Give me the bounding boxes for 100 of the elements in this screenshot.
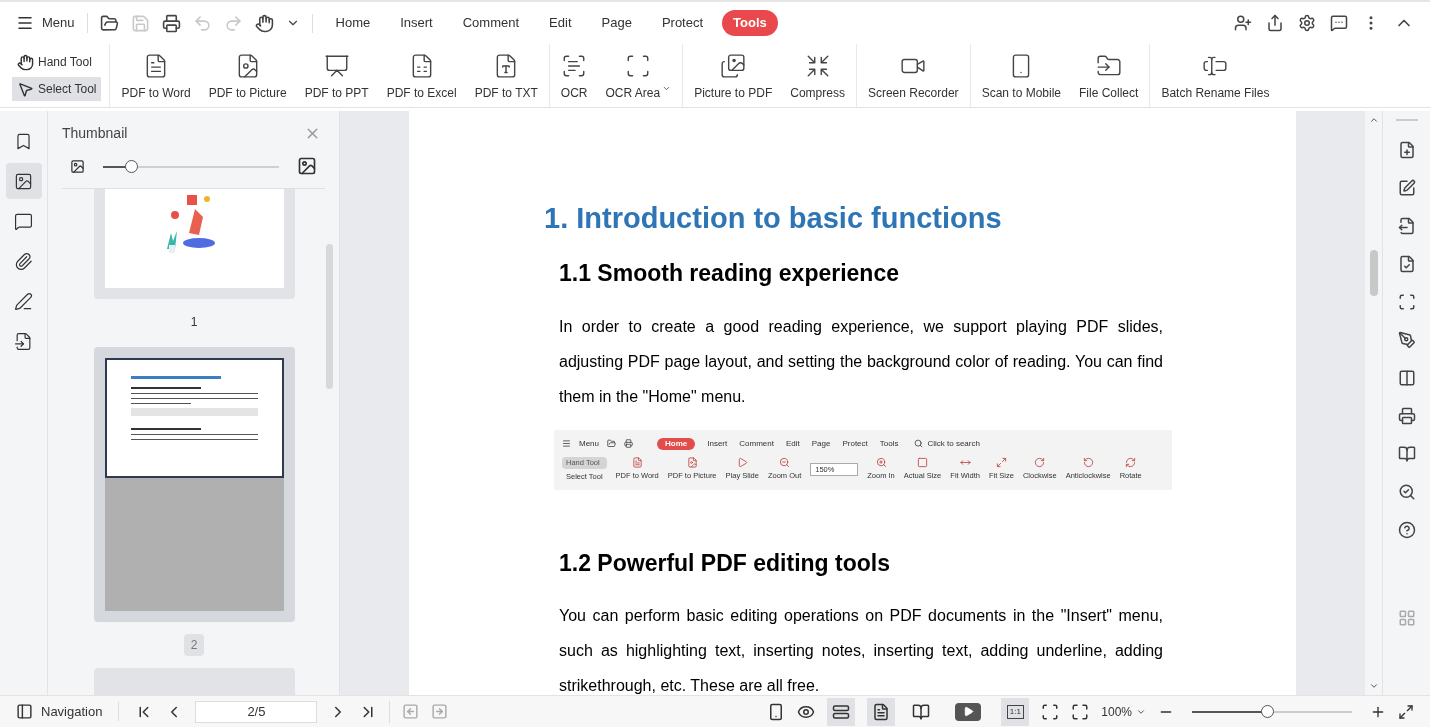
images-icon (720, 53, 747, 79)
section-heading: 1.1 Smooth reading experience (559, 259, 900, 288)
menu-tab[interactable]: Comment (451, 10, 531, 36)
print-icon[interactable] (1397, 407, 1416, 425)
help-icon[interactable] (1397, 521, 1416, 539)
continuous-view-icon[interactable] (827, 697, 856, 726)
ribbon-tool-button[interactable]: PDF to Picture (201, 49, 294, 102)
comment-icon (14, 211, 33, 231)
tool-icon (995, 457, 1007, 469)
tool-icon (917, 457, 929, 469)
menu-tab[interactable]: Insert (389, 10, 444, 36)
panel-title: Thumbnail (62, 124, 128, 143)
scan-icon[interactable] (1397, 293, 1416, 311)
menu-tab[interactable]: Home (324, 10, 382, 36)
paperclip-icon (14, 251, 33, 271)
tab-label: Protect (842, 437, 868, 450)
menu-tab[interactable]: Tools (722, 10, 778, 36)
folder-icon[interactable] (99, 13, 119, 33)
folder-icon (607, 439, 616, 448)
message-icon[interactable] (1330, 14, 1348, 32)
add-file-icon[interactable] (1397, 141, 1416, 159)
pen-icon[interactable] (1397, 331, 1416, 349)
presentation-icon (323, 53, 350, 79)
ribbon-tool-button[interactable]: OCR (553, 49, 595, 102)
section-heading: 1.2 Powerful PDF editing tools (559, 548, 891, 578)
cursor-icon (17, 80, 34, 98)
tab-label: Edit (785, 437, 800, 450)
book-icon[interactable] (1397, 445, 1416, 463)
tab-label: Insert (707, 437, 728, 450)
actual-size-button[interactable]: 1:1 (1001, 697, 1030, 726)
mode-button[interactable]: Select Tool (12, 77, 102, 101)
search-icon (914, 439, 924, 448)
export-file-icon[interactable] (1397, 217, 1416, 235)
menu-icon (16, 14, 34, 32)
sidebar-tab[interactable] (5, 163, 42, 199)
ribbon-tool-button[interactable]: PDF to Word (114, 49, 198, 102)
ribbon-tool-button[interactable]: Compress (783, 49, 852, 102)
menu-label: Menu (579, 437, 599, 450)
ribbon-tool-button[interactable]: Picture to PDF (687, 49, 780, 102)
ribbon-tool-button[interactable]: Screen Recorder (860, 49, 966, 102)
image-icon (14, 171, 33, 191)
ribbon-tool-button[interactable]: File Collect (1072, 49, 1146, 102)
ribbon-tool-button[interactable]: PDF to PPT (297, 49, 376, 102)
settings-icon[interactable] (1298, 14, 1316, 32)
tool-icon (1125, 457, 1137, 469)
scroll-down-icon[interactable] (1368, 681, 1379, 691)
ribbon-tool-button[interactable]: PDF to Excel (379, 49, 464, 102)
mode-button[interactable]: Hand Tool (12, 50, 102, 74)
print-icon[interactable] (161, 13, 181, 33)
tab-label: Comment (739, 437, 774, 450)
page-number[interactable]: 1 (183, 311, 205, 333)
tool-icon (875, 457, 887, 469)
menu-button[interactable]: Menu (16, 13, 88, 33)
tool-icon (1082, 457, 1094, 469)
tool-icon (1034, 457, 1046, 469)
large-image-icon[interactable] (297, 156, 317, 176)
ribbon-tool-button[interactable]: Scan to Mobile (974, 49, 1068, 102)
columns-icon[interactable] (1397, 369, 1416, 387)
menu-tab[interactable]: Protect (650, 10, 715, 36)
ribbon-tool-button[interactable]: OCR Area (598, 49, 679, 102)
navigation-button[interactable]: Navigation (16, 701, 120, 722)
document-heading: 1. Introduction to basic functions (544, 201, 1003, 235)
menu-tab[interactable]: Page (590, 10, 643, 36)
search-icon[interactable] (1397, 483, 1416, 501)
menu-icon (562, 439, 571, 448)
tool-icon (631, 457, 643, 469)
edit-icon[interactable] (1397, 179, 1416, 197)
tool-icon (736, 457, 748, 469)
tool-icon (686, 457, 698, 469)
document-scrollbar[interactable] (1365, 111, 1382, 695)
play-button[interactable] (955, 702, 982, 721)
add-user-icon[interactable] (1234, 14, 1252, 32)
tab-label: Tools (879, 437, 899, 450)
page-thumbnail[interactable] (93, 347, 295, 622)
tool-icon (779, 457, 791, 469)
fit-page-icon[interactable] (1041, 702, 1060, 721)
panel-icon (16, 703, 33, 720)
print-icon (624, 439, 633, 448)
fullscreen-icon[interactable] (1398, 703, 1414, 720)
panel-scrollbar[interactable] (326, 244, 333, 389)
ribbon-tool-button[interactable]: Batch Rename Files (1154, 49, 1277, 102)
page-thumbnail[interactable] (93, 189, 295, 299)
ribbon-tool-button[interactable]: PDF to TXT (467, 49, 545, 102)
fit-width-icon[interactable] (1071, 702, 1090, 721)
pen-icon (14, 291, 33, 311)
small-image-icon[interactable] (70, 158, 85, 174)
scroll-up-icon[interactable] (1368, 115, 1379, 125)
tab-label: Page (811, 437, 831, 450)
bookmark-icon (14, 131, 33, 151)
menu-tab[interactable]: Edit (538, 10, 583, 36)
zoom-dropdown[interactable]: 100% (1101, 702, 1146, 721)
single-page-icon[interactable] (867, 697, 896, 726)
file-import-icon (14, 331, 33, 351)
check-file-icon[interactable] (1397, 255, 1416, 273)
share-icon[interactable] (1266, 14, 1284, 32)
page-field[interactable]: 2/5 (195, 700, 318, 723)
scroll-thumb[interactable] (1369, 250, 1378, 296)
paragraph: In order to create a good reading experience, we support playing PDF slides, adjusting PDF page layout, and setting the background color of reading. You can find them in the "Home" menu. (559, 316, 1163, 407)
play-icon (962, 706, 974, 717)
hand-icon[interactable] (254, 13, 274, 33)
